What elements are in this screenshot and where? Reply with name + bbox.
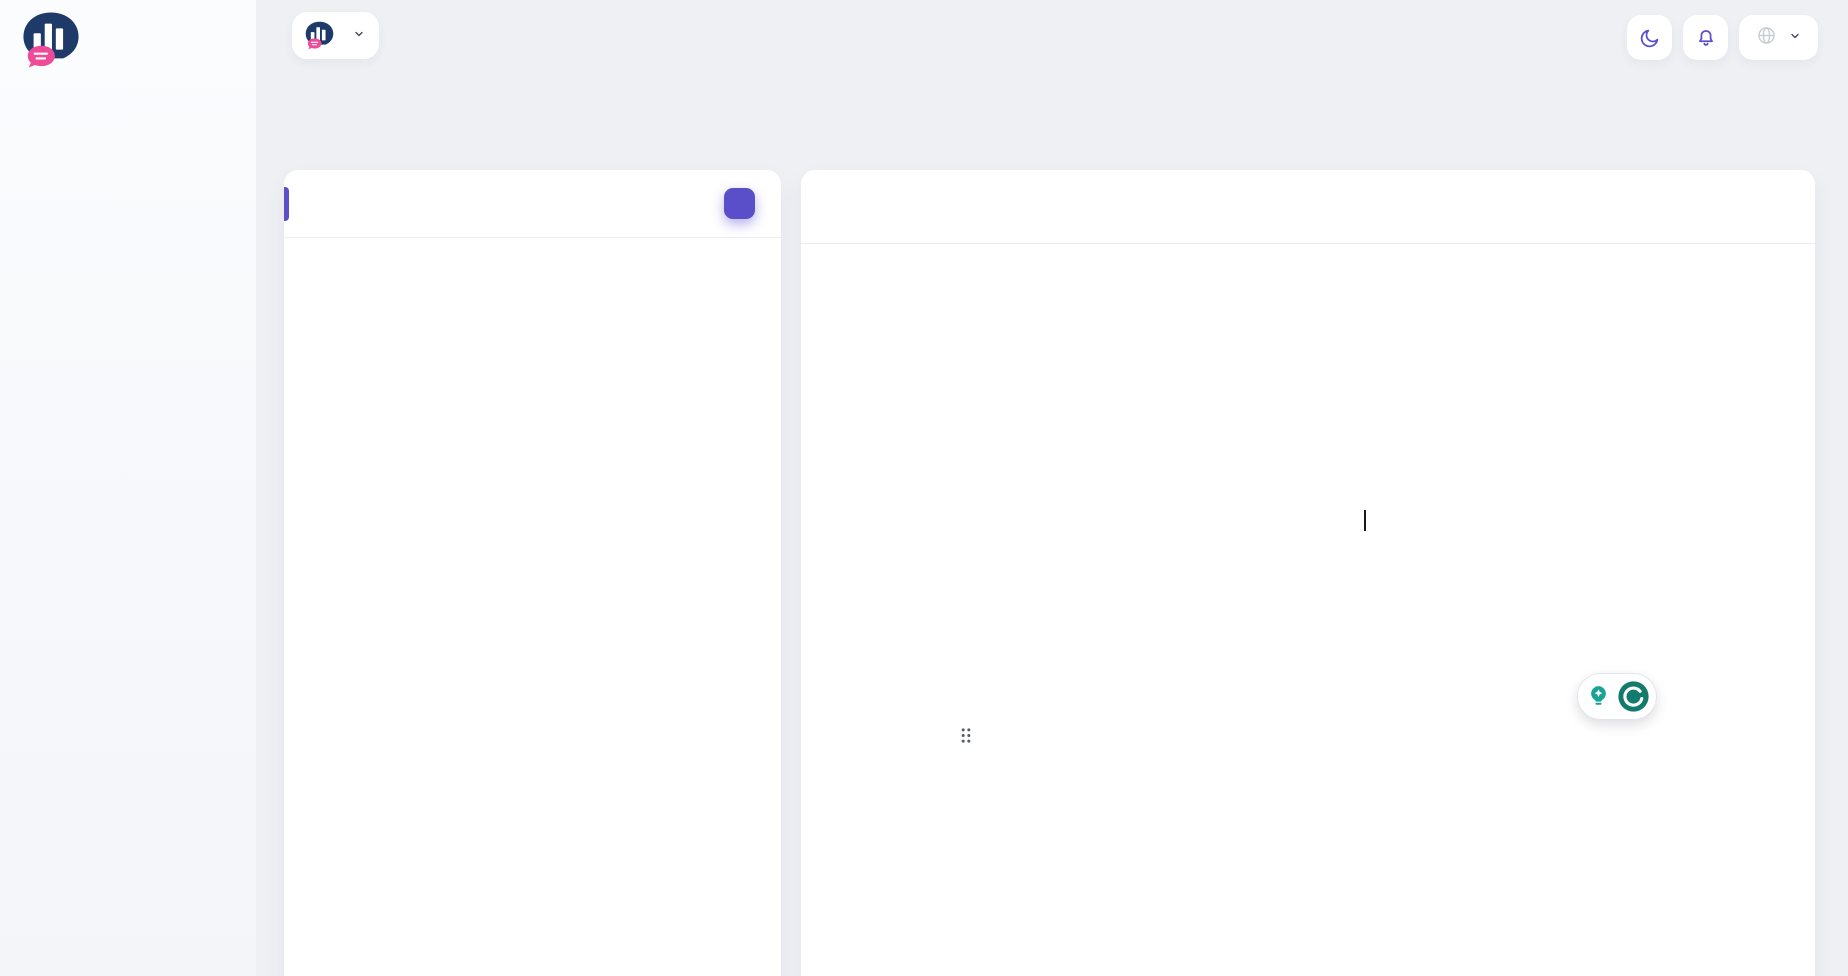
app-root (0, 0, 1848, 976)
document-panel-header (801, 170, 1815, 244)
admin-menu-button[interactable] (292, 12, 379, 59)
bell-icon (1698, 29, 1713, 46)
brand-logo-icon (23, 12, 79, 68)
globe-icon (1756, 25, 1777, 51)
document-panel (801, 170, 1815, 976)
lightbulb-icon[interactable] (1585, 683, 1612, 710)
brand-logo[interactable] (20, 11, 93, 69)
menu-panel (284, 170, 781, 976)
drag-handle-icon[interactable] (959, 727, 973, 749)
menu-list (284, 238, 781, 248)
sidebar (0, 0, 256, 976)
progress-circle-icon[interactable] (1617, 680, 1650, 713)
moon-icon (1640, 29, 1658, 47)
chevron-down-icon (353, 27, 365, 45)
menu-panel-header (284, 170, 781, 238)
chevron-down-icon (1789, 29, 1801, 47)
dark-mode-toggle[interactable] (1627, 15, 1672, 60)
document-editor[interactable] (985, 306, 1640, 334)
notifications-button[interactable] (1683, 15, 1728, 60)
text-caret (1364, 510, 1366, 531)
grammar-widget[interactable] (1577, 673, 1657, 720)
language-selector[interactable] (1739, 15, 1818, 60)
admin-avatar-icon (305, 21, 334, 50)
accent-bar (284, 187, 289, 221)
add-menu-button[interactable] (724, 188, 755, 219)
